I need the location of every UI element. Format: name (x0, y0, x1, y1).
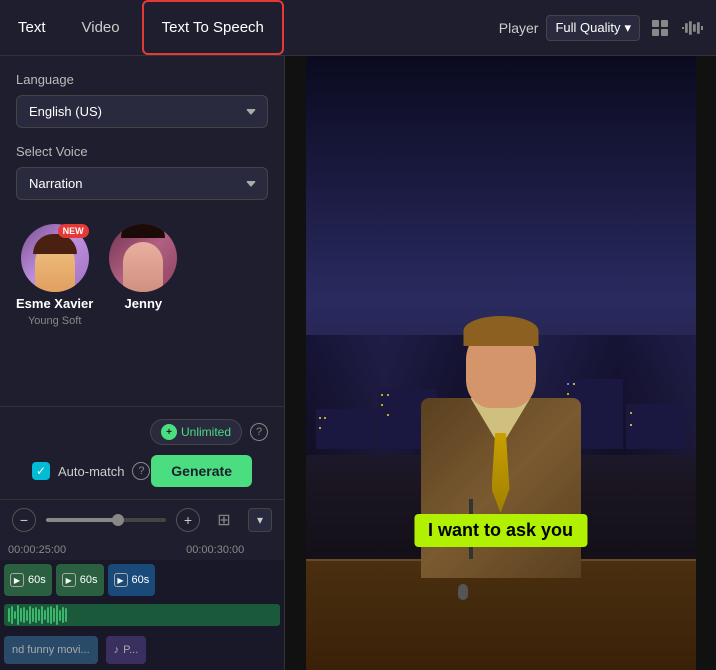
unlimited-badge: + Unlimited (150, 419, 242, 445)
clip-2-label: 60s (80, 574, 98, 586)
timeline-slider-fill (46, 518, 118, 522)
jenny-figure (123, 242, 163, 292)
auto-match-label: Auto-match (58, 464, 124, 479)
waveform-icon[interactable] (680, 16, 704, 40)
auto-match-help-icon[interactable]: ? (132, 462, 150, 480)
audio-track-row (0, 600, 284, 630)
new-badge: NEW (58, 224, 89, 238)
timeline-track: 00:00:25:00 00:00:30:00 ▶ 60s ▶ 60s ▶ 60… (0, 540, 284, 670)
video-scene: I want to ask you (306, 56, 696, 670)
jenny-name: Jenny (125, 296, 163, 311)
grid-view-icon[interactable] (648, 16, 672, 40)
tab-video[interactable]: Video (64, 0, 138, 55)
timeline-zoom-slider[interactable] (46, 518, 166, 522)
play-icon-1: ▶ (10, 573, 24, 587)
time-ruler: 00:00:25:00 00:00:30:00 (0, 540, 284, 560)
conan-suit (421, 398, 581, 578)
zoom-in-button[interactable]: + (176, 508, 200, 532)
music-clip-1[interactable]: ♪ P... (106, 636, 147, 664)
unlimited-label: Unlimited (181, 425, 231, 439)
language-label: Language (16, 72, 268, 87)
panel-bottom: + Unlimited ? ✓ Auto-match ? Generate (0, 406, 284, 499)
video-track-row: ▶ 60s ▶ 60s ▶ 60s (0, 560, 284, 600)
conan-hair (463, 316, 538, 346)
building-6 (626, 404, 685, 449)
generate-button[interactable]: Generate (151, 455, 252, 487)
clip-1-label: 60s (28, 574, 46, 586)
time-marker-2: 00:00:30:00 (186, 544, 244, 556)
unlimited-icon: + (161, 424, 177, 440)
voice-label: Select Voice (16, 144, 268, 159)
timeline-controls: − + ⊞ ▾ (0, 499, 284, 540)
label-clip-1[interactable]: nd funny movi... (4, 636, 98, 664)
music-icon: ♪ (114, 644, 120, 656)
auto-match-checkbox[interactable]: ✓ (32, 462, 50, 480)
label-clip-1-text: nd funny movi... (12, 644, 90, 656)
voice-jenny-card[interactable]: Jenny (109, 224, 177, 327)
mic-head (458, 584, 468, 600)
tab-text-to-speech[interactable]: Text To Speech (142, 0, 284, 55)
play-icon-2: ▶ (62, 573, 76, 587)
track-clip-2[interactable]: ▶ 60s (56, 564, 104, 596)
video-container: I want to ask you (306, 56, 696, 670)
action-row: ✓ Auto-match ? Generate (16, 455, 268, 487)
timeline-expand-button[interactable]: ▾ (248, 508, 272, 532)
clip-3-label: 60s (132, 574, 150, 586)
unlimited-help-icon[interactable]: ? (250, 423, 268, 441)
conan-head (466, 328, 536, 408)
building-1 (316, 409, 375, 449)
zoom-out-button[interactable]: − (12, 508, 36, 532)
auto-match-row: ✓ Auto-match ? (32, 462, 150, 480)
panel-body: Language English (US) English (UK) Spani… (0, 56, 284, 406)
voice-esme-card[interactable]: NEW Esme Xavier Young Soft (16, 224, 93, 327)
time-marker-1: 00:00:25:00 (8, 544, 66, 556)
voice-avatars: NEW Esme Xavier Young Soft Jenny (16, 224, 268, 327)
jenny-avatar-wrap (109, 224, 177, 292)
esme-name: Esme Xavier (16, 296, 93, 311)
right-panel: I want to ask you (285, 56, 716, 670)
timeline-handle[interactable] (112, 514, 124, 526)
jenny-hair (121, 224, 165, 238)
chevron-down-icon: ▾ (624, 20, 631, 36)
esme-avatar-wrap: NEW (21, 224, 89, 292)
left-panel: Language English (US) English (UK) Spani… (0, 56, 285, 670)
conan-tie (492, 433, 510, 513)
track-clip-3[interactable]: ▶ 60s (108, 564, 156, 596)
unlimited-row: + Unlimited ? (16, 419, 268, 445)
esme-figure (35, 242, 75, 292)
quality-dropdown[interactable]: Full Quality ▾ (546, 15, 640, 41)
subtitle-bar: I want to ask you (414, 514, 587, 547)
play-icon-3: ▶ (114, 573, 128, 587)
esme-sub: Young Soft (28, 315, 81, 327)
voice-select[interactable]: Narration Conversational News Calm (16, 167, 268, 200)
track-clip-1[interactable]: ▶ 60s (4, 564, 52, 596)
jenny-avatar-image (109, 224, 177, 292)
language-select[interactable]: English (US) English (UK) Spanish French (16, 95, 268, 128)
audio-waveform[interactable] (4, 604, 280, 626)
label-track-row: nd funny movi... ♪ P... (0, 630, 284, 670)
wave-bars (4, 604, 280, 626)
main-content: Language English (US) English (UK) Spani… (0, 56, 716, 670)
quality-value: Full Quality (555, 20, 620, 35)
player-controls: Player Full Quality ▾ (499, 15, 716, 41)
top-navigation: Text Video Text To Speech Player Full Qu… (0, 0, 716, 56)
grid-layout-button[interactable]: ⊞ (210, 506, 238, 534)
music-clip-1-text: P... (123, 644, 138, 656)
tab-text[interactable]: Text (0, 0, 64, 55)
player-label: Player (499, 20, 539, 36)
